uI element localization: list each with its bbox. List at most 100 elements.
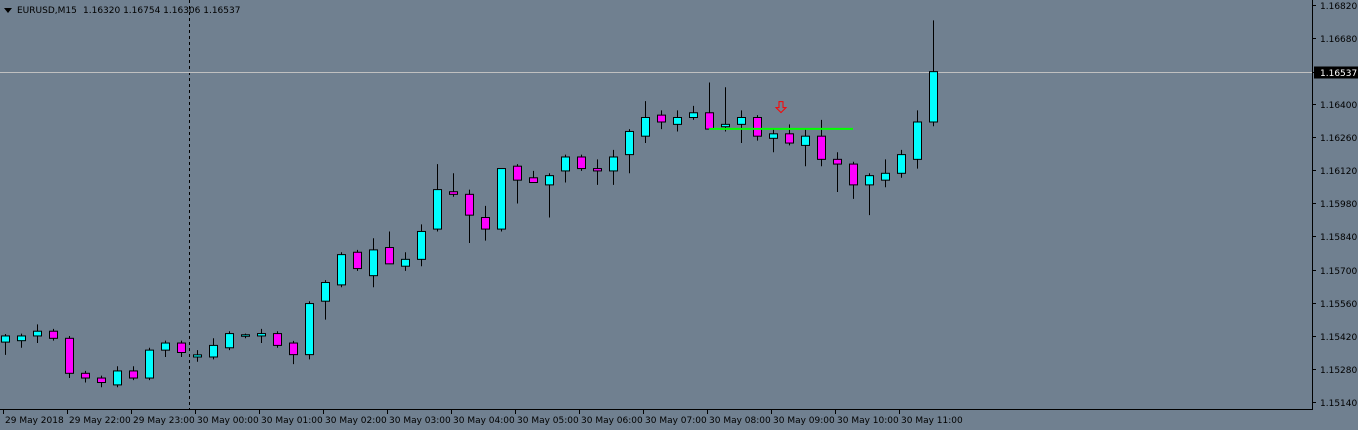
candle[interactable] (129, 366, 138, 381)
candle[interactable] (97, 375, 106, 388)
candle[interactable] (145, 347, 154, 381)
candle[interactable] (513, 164, 522, 204)
candle[interactable] (769, 129, 778, 153)
candle-body (401, 258, 410, 267)
candle[interactable] (17, 333, 26, 348)
candle[interactable] (641, 101, 650, 144)
time-tick-label: 30 May 06:00 (581, 416, 643, 426)
candle-body (225, 333, 234, 349)
candle[interactable] (817, 119, 826, 167)
time-tick: 30 May 00:00 (195, 409, 259, 426)
candle[interactable] (193, 350, 202, 362)
candle[interactable] (865, 173, 874, 216)
price-tick: 1.15700 (1312, 267, 1357, 277)
candle[interactable] (33, 324, 42, 344)
candle[interactable] (337, 252, 346, 288)
candle[interactable] (161, 340, 170, 357)
candle[interactable] (113, 366, 122, 388)
candle[interactable] (705, 82, 714, 130)
time-tick: 29 May 23:00 (131, 409, 195, 426)
candle-body (657, 114, 666, 123)
candle[interactable] (737, 110, 746, 144)
candle[interactable] (241, 333, 250, 339)
candle[interactable] (225, 331, 234, 351)
current-price-tick: 1.16537 (1312, 66, 1358, 79)
candle[interactable] (305, 301, 314, 360)
candle[interactable] (913, 110, 922, 169)
time-axis[interactable]: 29 May 2018 29 May 22:00 29 May 23:00 30 Ma… (3, 409, 963, 426)
candle-body (641, 116, 650, 137)
candle-body (913, 121, 922, 160)
candle[interactable] (657, 110, 666, 130)
candle[interactable] (81, 370, 90, 383)
candle[interactable] (929, 20, 938, 127)
price-tick-label: 1.16680 (1320, 35, 1357, 45)
price-axis[interactable]: 1.16820 1.16680 1.16537 1.16400 1.16260 1.161… (1312, 2, 1358, 409)
candle[interactable] (481, 205, 490, 241)
candle[interactable] (833, 152, 842, 192)
candle[interactable] (385, 231, 394, 265)
candle[interactable] (561, 154, 570, 183)
price-tick-label: 1.16260 (1320, 134, 1357, 144)
candle[interactable] (177, 340, 186, 357)
time-tick: 30 May 02:00 (323, 409, 387, 426)
candle-body (481, 217, 490, 230)
candle-body (81, 372, 90, 379)
candle[interactable] (801, 129, 810, 167)
time-tick-label: 29 May 22:00 (69, 416, 131, 426)
candle-body (593, 168, 602, 172)
candle-body (753, 116, 762, 137)
price-tick-label: 1.15700 (1320, 267, 1357, 277)
candle[interactable] (609, 149, 618, 185)
candle[interactable] (449, 173, 458, 197)
candle[interactable] (209, 338, 218, 360)
candle[interactable] (433, 164, 442, 232)
candle[interactable] (401, 252, 410, 271)
candlestick-chart[interactable]: 1.16820 1.16680 1.16537 1.16400 1.16260 1.161… (0, 0, 1358, 430)
time-tick: 30 May 11:00 (899, 409, 963, 426)
candle[interactable] (785, 124, 794, 146)
candle[interactable] (369, 238, 378, 288)
candle[interactable] (593, 159, 602, 185)
time-tick-label: 30 May 10:00 (837, 416, 899, 426)
candle[interactable] (673, 110, 682, 132)
sell-arrow-icon[interactable] (774, 101, 788, 114)
dropdown-triangle-icon[interactable] (4, 8, 12, 13)
candle[interactable] (1, 334, 10, 355)
candle[interactable] (577, 154, 586, 171)
candle[interactable] (721, 87, 730, 132)
candle[interactable] (529, 170, 538, 184)
candle-body (129, 370, 138, 379)
candle-body (577, 156, 586, 170)
price-tick: 1.16820 (1312, 2, 1357, 12)
candle[interactable] (545, 173, 554, 218)
symbol-label: EURUSD,M15 (17, 6, 77, 16)
objects-layer[interactable] (709, 101, 853, 130)
candles-layer[interactable] (1, 20, 938, 388)
candle[interactable] (273, 331, 282, 348)
candle[interactable] (49, 328, 58, 341)
candle[interactable] (689, 105, 698, 120)
candle[interactable] (497, 168, 506, 232)
candle[interactable] (321, 280, 330, 320)
candle[interactable] (417, 224, 426, 267)
chart-window[interactable]: 1.16820 1.16680 1.16537 1.16400 1.16260 1.161… (0, 0, 1358, 430)
candle[interactable] (849, 161, 858, 199)
time-tick-label: 30 May 00:00 (197, 416, 259, 426)
candle[interactable] (897, 149, 906, 178)
chart-frame (0, 0, 1313, 410)
candle[interactable] (353, 249, 362, 271)
candle-body (849, 163, 858, 186)
time-tick-label: 30 May 03:00 (389, 416, 451, 426)
candle[interactable] (625, 129, 634, 174)
candle[interactable] (65, 335, 74, 379)
candle[interactable] (289, 340, 298, 365)
candle[interactable] (257, 328, 266, 344)
candle-body (433, 189, 442, 230)
candle[interactable] (881, 159, 890, 188)
candle-body (865, 175, 874, 186)
candle[interactable] (465, 189, 474, 244)
candle-body (529, 177, 538, 184)
price-tick-label: 1.16537 (1320, 69, 1357, 79)
candle-body (737, 116, 746, 125)
